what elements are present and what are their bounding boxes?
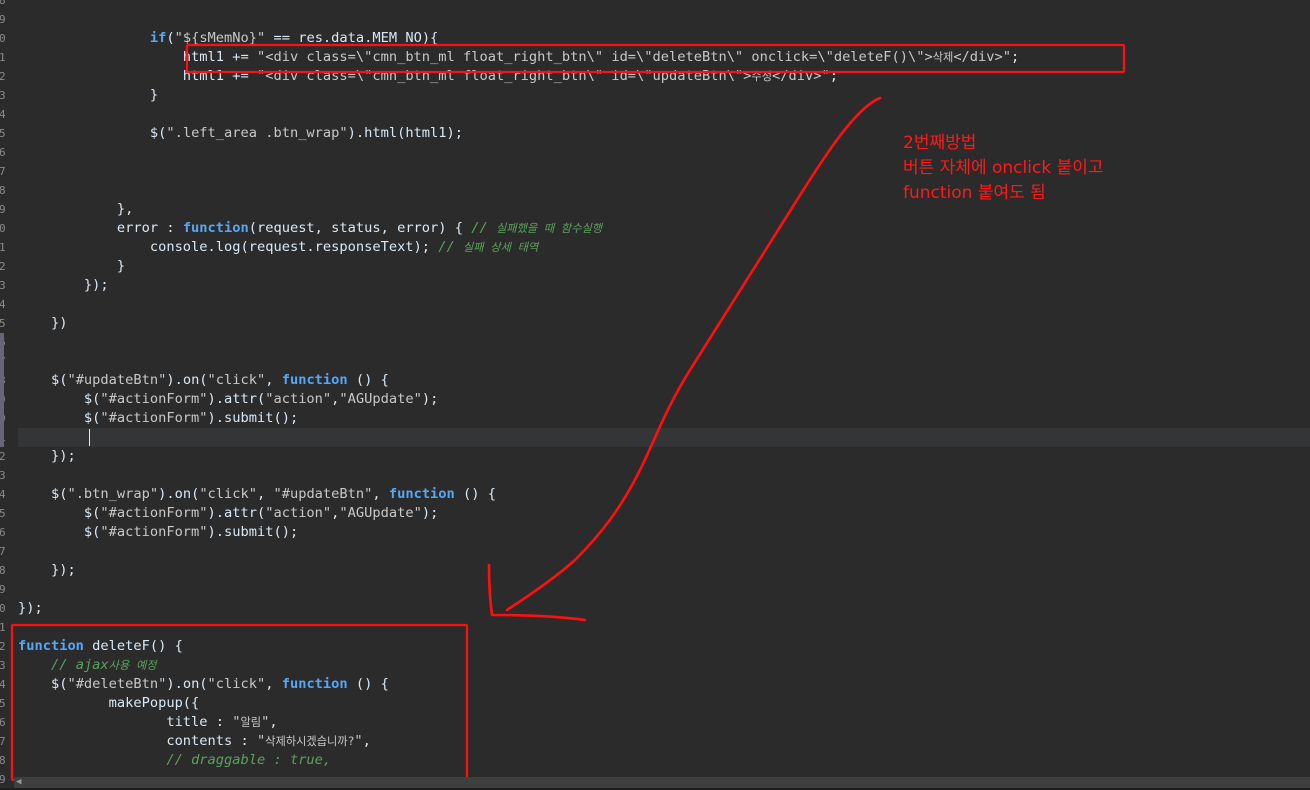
markup-overlay	[10, 43, 1126, 782]
highlight-box-onclick-line	[185, 43, 1126, 74]
hand-drawn-arrow	[487, 96, 882, 622]
scroll-left-arrow-icon[interactable]: ◀	[16, 776, 24, 788]
highlight-box-deleteF-function	[10, 623, 469, 782]
